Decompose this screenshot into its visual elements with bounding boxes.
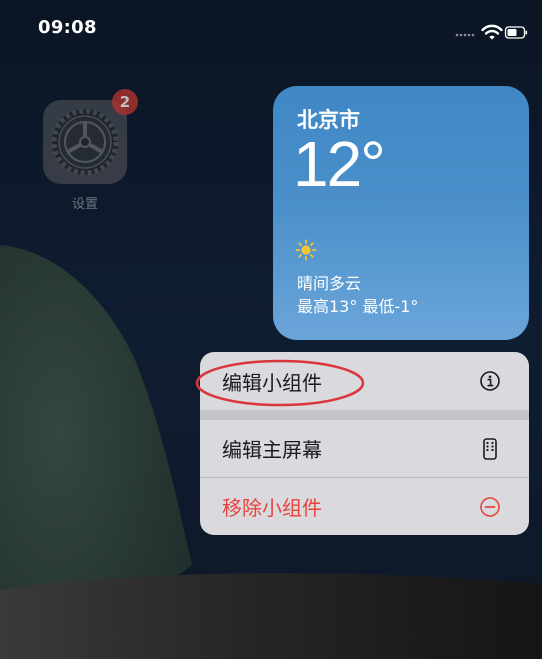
- menu-section-separator: [200, 410, 529, 420]
- weather-condition: 晴间多云: [297, 274, 362, 293]
- phone-icon: [483, 437, 497, 460]
- wifi-icon: [481, 24, 503, 40]
- app-label-settings: 设置: [71, 197, 98, 212]
- menu-item-edit-widget[interactable]: 编辑小组件: [200, 352, 529, 410]
- info-icon: [480, 371, 500, 391]
- settings-app-icon[interactable]: [43, 100, 127, 184]
- weather-temperature: 12°: [293, 128, 386, 200]
- gear-icon: [43, 100, 127, 184]
- widget-context-menu: 编辑小组件 编辑主屏幕 移除小组件: [200, 352, 529, 535]
- menu-item-edit-home-screen[interactable]: 编辑主屏幕: [200, 420, 529, 477]
- signal-dots-icon: [455, 33, 475, 37]
- menu-item-remove-widget[interactable]: 移除小组件: [200, 478, 529, 535]
- menu-item-label: 编辑主屏幕: [222, 438, 322, 462]
- sun-icon: [295, 239, 317, 261]
- status-time: 09:08: [38, 17, 97, 38]
- menu-item-label: 编辑小组件: [222, 370, 322, 395]
- menu-item-label: 移除小组件: [222, 496, 322, 520]
- weather-widget[interactable]: 北京市 12° 晴间多云 最高13° 最低-1°: [273, 86, 529, 340]
- status-icons: [455, 24, 528, 40]
- battery-icon: [504, 26, 528, 39]
- notification-badge: 2: [112, 89, 138, 115]
- minus-circle-icon: [480, 496, 500, 517]
- weather-high-low: 最高13° 最低-1°: [297, 297, 419, 316]
